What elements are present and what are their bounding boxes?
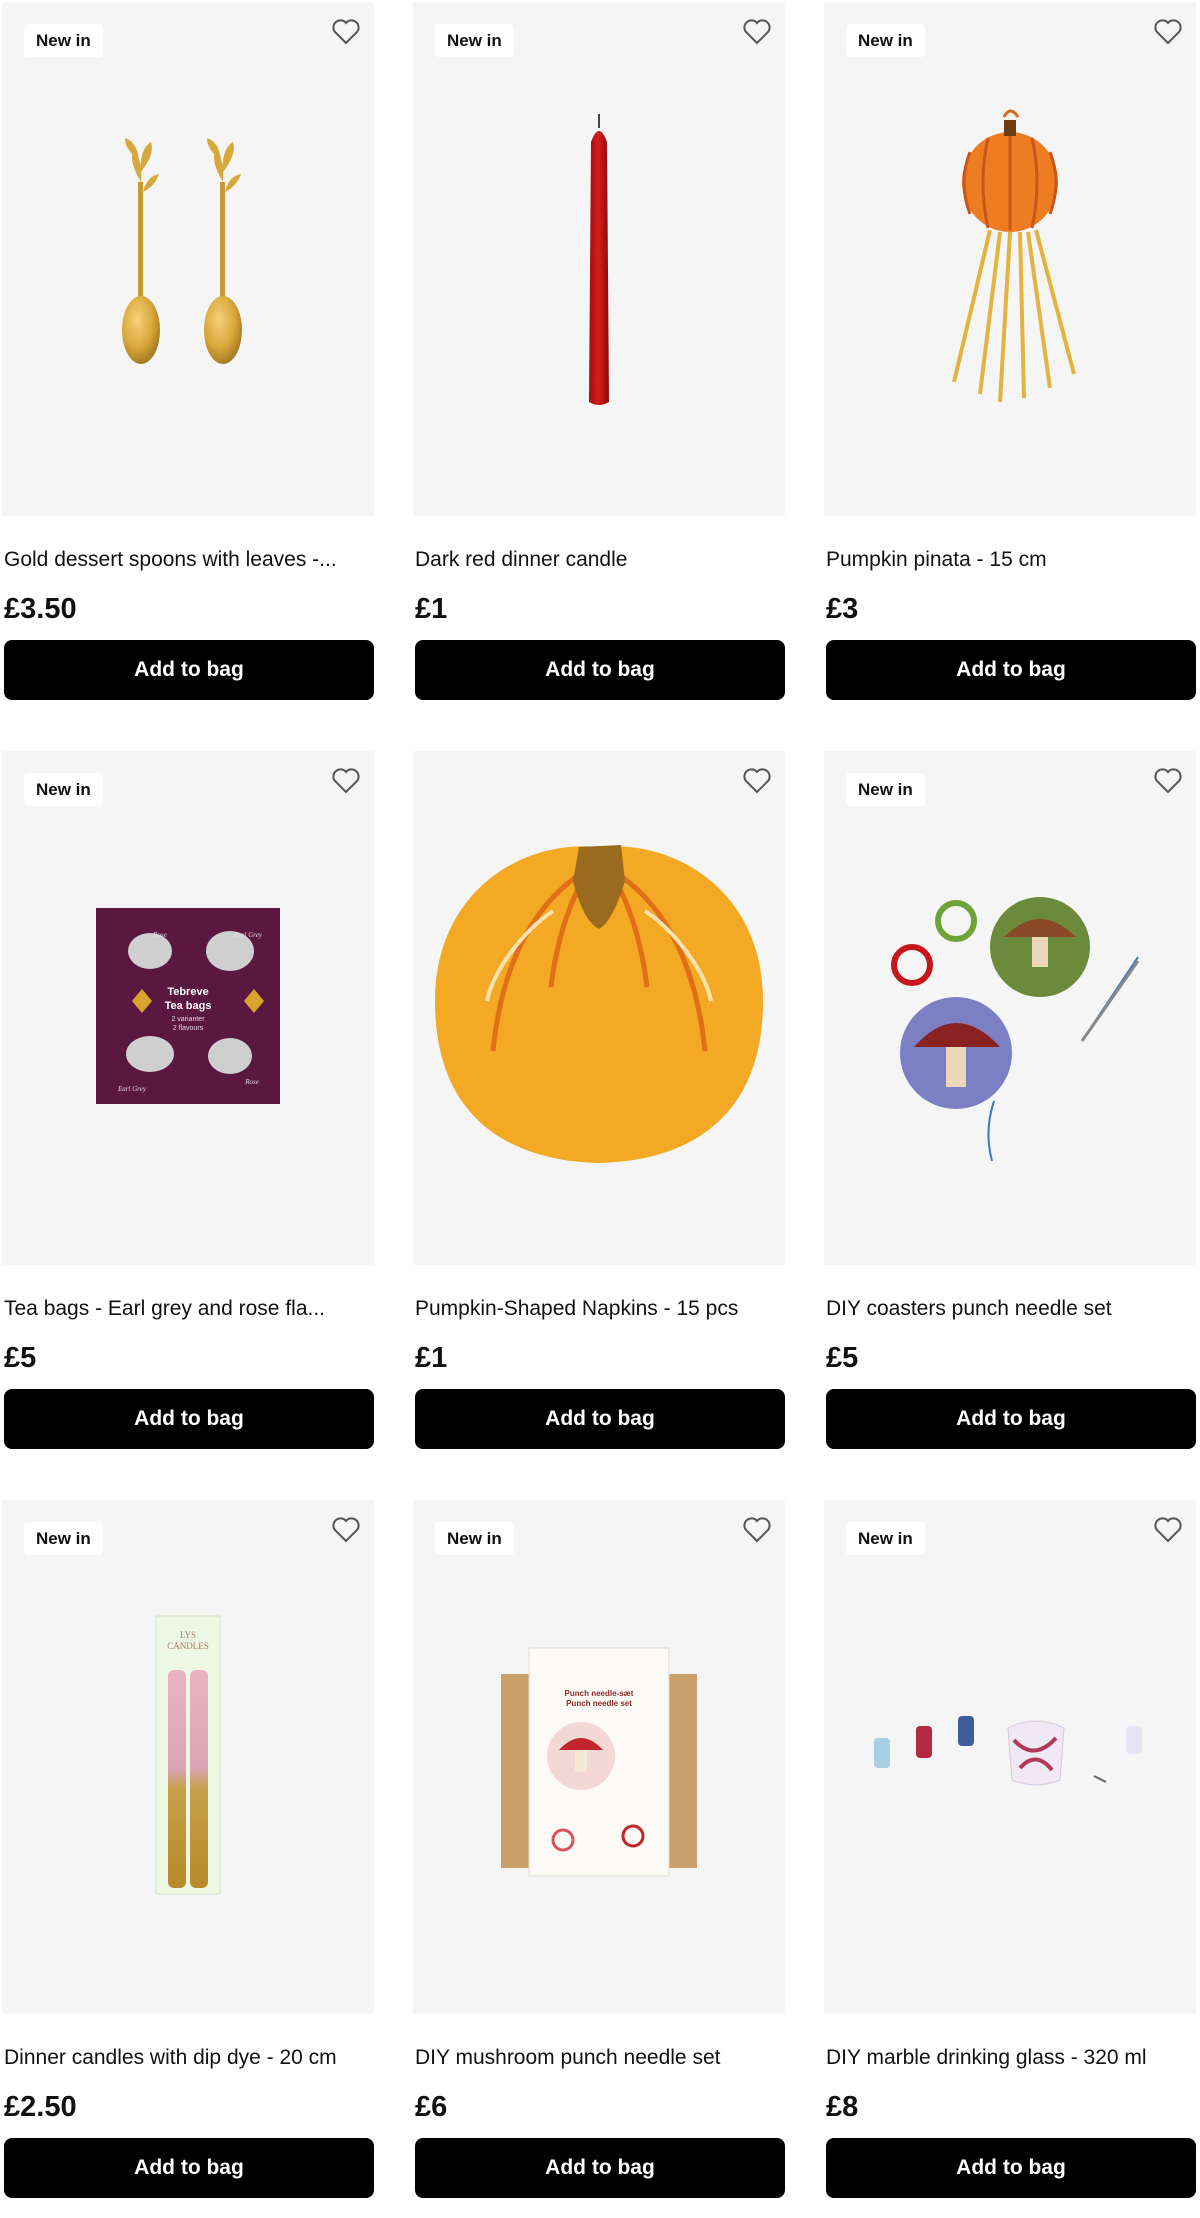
product-price: £5 xyxy=(4,1342,37,1374)
new-in-badge: New in xyxy=(24,24,103,57)
pack-label-text: Rose xyxy=(152,931,167,939)
pack-brand-text: Tebreve xyxy=(167,986,208,998)
product-image[interactable]: Tebreve Tea bags 2 varianter 2 flavours … xyxy=(2,751,374,1265)
heart-icon[interactable] xyxy=(330,1514,362,1546)
red-candle-image xyxy=(589,114,609,405)
product-image[interactable]: Punch needle-sæt Punch needle set New in xyxy=(413,1500,785,2014)
add-to-bag-button[interactable]: Add to bag xyxy=(4,1389,374,1449)
product-price: £2.50 xyxy=(4,2091,77,2123)
product-image[interactable]: New in xyxy=(413,2,785,516)
pack-label-text: Earl Grey xyxy=(117,1085,147,1093)
product-title[interactable]: Dinner candles with dip dye - 20 cm xyxy=(4,2046,374,2070)
product-price: £1 xyxy=(415,593,448,625)
pack-text: LYS xyxy=(180,1630,196,1640)
new-in-badge: New in xyxy=(24,1522,103,1555)
pack-brand-text: Tea bags xyxy=(165,1000,212,1012)
add-to-bag-button[interactable]: Add to bag xyxy=(826,640,1196,700)
product-title[interactable]: Tea bags - Earl grey and rose fla... xyxy=(4,1297,374,1321)
pumpkin-napkin-image xyxy=(435,845,763,1163)
product-title[interactable]: Pumpkin-Shaped Napkins - 15 pcs xyxy=(415,1297,785,1321)
add-to-bag-button[interactable]: Add to bag xyxy=(826,1389,1196,1449)
pack-text: Punch needle set xyxy=(566,1699,632,1708)
product-card[interactable]: LYS CANDLES New in Dinner candles with d… xyxy=(2,1500,374,2218)
product-title[interactable]: DIY coasters punch needle set xyxy=(826,1297,1196,1321)
product-card[interactable]: New in Gold dessert spoons with leaves -… xyxy=(2,2,374,720)
product-card[interactable]: Tebreve Tea bags 2 varianter 2 flavours … xyxy=(2,751,374,1469)
product-title[interactable]: Dark red dinner candle xyxy=(415,548,785,572)
product-price: £8 xyxy=(826,2091,859,2123)
new-in-badge: New in xyxy=(435,24,514,57)
product-card[interactable]: New in Pumpkin pinata - 15 cm £3 Add to … xyxy=(824,2,1196,720)
pack-sub-text: 2 flavours xyxy=(173,1025,204,1032)
pack-label-text: Rose xyxy=(244,1078,259,1086)
heart-icon[interactable] xyxy=(1152,16,1184,48)
product-card[interactable]: New in DIY marble drinking glass - 320 m… xyxy=(824,1500,1196,2218)
heart-icon[interactable] xyxy=(330,765,362,797)
product-price: £3.50 xyxy=(4,593,77,625)
product-card[interactable]: New in Dark red dinner candle £1 Add to … xyxy=(413,2,785,720)
product-image[interactable] xyxy=(413,751,785,1265)
heart-icon[interactable] xyxy=(1152,765,1184,797)
pack-text: Punch needle-sæt xyxy=(565,1689,634,1698)
dip-dye-candles-image: LYS CANDLES xyxy=(155,1615,221,1895)
product-card[interactable]: Pumpkin-Shaped Napkins - 15 pcs £1 Add t… xyxy=(413,751,785,1469)
heart-icon[interactable] xyxy=(741,16,773,48)
new-in-badge: New in xyxy=(24,773,103,806)
new-in-badge: New in xyxy=(846,24,925,57)
add-to-bag-button[interactable]: Add to bag xyxy=(415,2138,785,2198)
pack-sub-text: 2 varianter xyxy=(171,1016,205,1023)
product-price: £6 xyxy=(415,2091,448,2123)
product-title[interactable]: Pumpkin pinata - 15 cm xyxy=(826,548,1196,572)
product-image[interactable]: LYS CANDLES New in xyxy=(2,1500,374,2014)
add-to-bag-button[interactable]: Add to bag xyxy=(4,640,374,700)
product-image[interactable]: New in xyxy=(824,1500,1196,2014)
add-to-bag-button[interactable]: Add to bag xyxy=(826,2138,1196,2198)
heart-icon[interactable] xyxy=(330,16,362,48)
product-image[interactable]: New in xyxy=(824,751,1196,1265)
product-card[interactable]: Punch needle-sæt Punch needle set New in… xyxy=(413,1500,785,2218)
new-in-badge: New in xyxy=(435,1522,514,1555)
heart-icon[interactable] xyxy=(741,1514,773,1546)
mushroom-punch-needle-image: Punch needle-sæt Punch needle set xyxy=(501,1647,697,1877)
product-card[interactable]: New in DIY coasters punch needle set £5 … xyxy=(824,751,1196,1469)
product-image[interactable]: New in xyxy=(2,2,374,516)
product-title[interactable]: Gold dessert spoons with leaves -... xyxy=(4,548,374,572)
product-price: £5 xyxy=(826,1342,859,1374)
pack-label-text: Earl Grey xyxy=(233,931,263,939)
product-image[interactable]: New in xyxy=(824,2,1196,516)
add-to-bag-button[interactable]: Add to bag xyxy=(415,1389,785,1449)
add-to-bag-button[interactable]: Add to bag xyxy=(4,2138,374,2198)
product-price: £3 xyxy=(826,593,859,625)
heart-icon[interactable] xyxy=(741,765,773,797)
gold-spoons-image xyxy=(122,138,242,364)
product-title[interactable]: DIY mushroom punch needle set xyxy=(415,2046,785,2070)
tea-bags-image: Tebreve Tea bags 2 varianter 2 flavours … xyxy=(96,908,280,1104)
heart-icon[interactable] xyxy=(1152,1514,1184,1546)
new-in-badge: New in xyxy=(846,1522,925,1555)
product-price: £1 xyxy=(415,1342,448,1374)
marble-glass-image xyxy=(874,1716,1142,1786)
punch-needle-coasters-image xyxy=(891,897,1140,1162)
pumpkin-pinata-image xyxy=(952,109,1076,403)
product-title[interactable]: DIY marble drinking glass - 320 ml xyxy=(826,2046,1196,2070)
new-in-badge: New in xyxy=(846,773,925,806)
add-to-bag-button[interactable]: Add to bag xyxy=(415,640,785,700)
pack-text: CANDLES xyxy=(167,1641,209,1651)
